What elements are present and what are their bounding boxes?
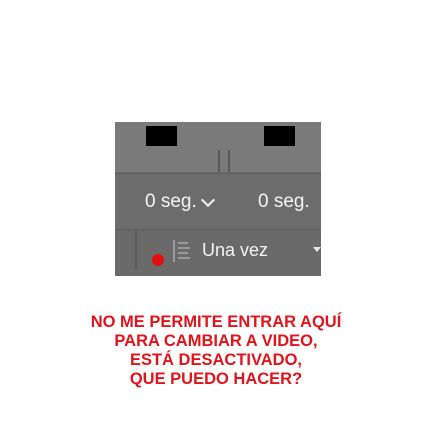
annotation-line: ESTÁ DESACTIVADO, (129, 351, 303, 369)
divider (228, 150, 230, 172)
red-dot-marker (152, 254, 164, 266)
repeat-select[interactable]: Una vez (202, 230, 268, 270)
slide-thumbnail-right[interactable] (264, 126, 295, 146)
annotation-line: PARA CAMBIAR A VIDEO, (114, 332, 318, 350)
presentation-toolbar-panel: 0 seg. 0 seg. Una vez (115, 122, 321, 276)
delay-value-second: 0 seg. (258, 190, 310, 212)
divider (135, 230, 137, 270)
dropdown-arrow-icon[interactable] (313, 247, 321, 252)
repeat-row: Una vez (115, 230, 321, 276)
delay-value: 0 seg. (145, 190, 197, 212)
chevron-down-icon (200, 192, 215, 207)
delay-row: 0 seg. 0 seg. (115, 173, 321, 230)
slide-thumbnail-left[interactable] (146, 126, 177, 146)
thumbnail-row (115, 122, 321, 172)
delay-dropdown[interactable]: 0 seg. (145, 174, 215, 229)
list-icon[interactable] (170, 240, 190, 262)
annotation-text: NO ME PERMITE ENTRAR AQUÍ PARA CAMBIAR A… (0, 313, 432, 389)
delay-dropdown-second[interactable]: 0 seg. (258, 174, 310, 229)
annotation-line: NO ME PERMITE ENTRAR AQUÍ (90, 313, 342, 331)
divider (218, 150, 220, 172)
annotation-line: QUE PUEDO HACER? (129, 370, 303, 388)
